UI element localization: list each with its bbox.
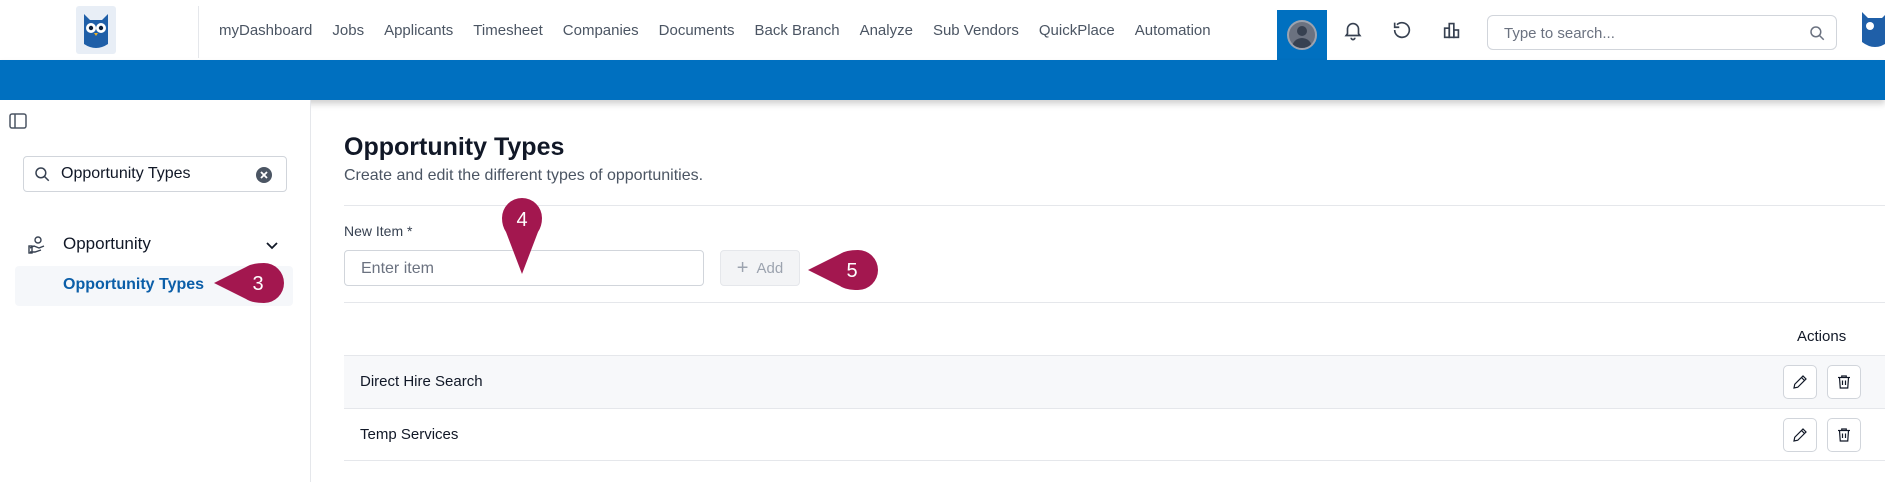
chevron-down-icon[interactable]	[264, 237, 280, 253]
nav-sub-vendors[interactable]: Sub Vendors	[933, 22, 1019, 39]
pencil-icon	[1793, 428, 1807, 442]
callout-marker-5: 5	[808, 250, 878, 290]
callout-3-label: 3	[252, 273, 263, 295]
owl-logo-secondary	[1862, 12, 1885, 47]
logo-divider	[198, 6, 199, 58]
sidebar-search[interactable]: Opportunity Types	[23, 156, 287, 192]
brand-band	[0, 60, 1885, 100]
search-icon[interactable]	[1808, 24, 1826, 42]
user-avatar-button[interactable]	[1277, 10, 1327, 60]
nav-quickplace[interactable]: QuickPlace	[1039, 22, 1115, 39]
sidebar-item-label: Opportunity Types	[63, 276, 205, 293]
bar-chart-icon[interactable]	[1440, 18, 1464, 42]
owl-logo[interactable]	[76, 6, 116, 54]
header-divider	[344, 205, 1885, 206]
add-button-label: Add	[756, 259, 784, 277]
top-navbar: myDashboard Jobs Applicants Timesheet Co…	[0, 0, 1885, 60]
sidebar-group-opportunity[interactable]: Opportunity	[28, 233, 288, 255]
nav-documents[interactable]: Documents	[659, 22, 735, 39]
callout-marker-4: 4	[502, 198, 542, 274]
sidebar-group-label: Opportunity	[63, 234, 151, 253]
handshake-icon	[28, 236, 45, 254]
sidebar-collapse-icon[interactable]	[9, 113, 27, 129]
table-row: Temp Services	[344, 408, 1885, 461]
trash-icon	[1838, 428, 1850, 442]
nav-jobs[interactable]: Jobs	[332, 22, 364, 39]
actions-column-header: Actions	[1797, 328, 1847, 345]
edit-button[interactable]	[1783, 418, 1817, 452]
avatar	[1287, 20, 1317, 50]
nav-companies[interactable]: Companies	[563, 22, 639, 39]
nav-applicants[interactable]: Applicants	[384, 22, 453, 39]
table-row: Direct Hire Search	[344, 355, 1885, 408]
sidebar-search-value[interactable]: Opportunity Types	[61, 165, 191, 183]
delete-button[interactable]	[1827, 365, 1861, 399]
row-name: Temp Services	[360, 426, 459, 443]
nav-analyze[interactable]: Analyze	[860, 22, 913, 39]
main-nav: myDashboard Jobs Applicants Timesheet Co…	[219, 0, 1231, 60]
history-icon[interactable]	[1390, 18, 1414, 42]
pencil-icon	[1793, 375, 1807, 389]
trash-icon	[1838, 375, 1850, 389]
plus-icon: +	[736, 257, 749, 279]
clear-search-icon[interactable]	[255, 166, 273, 184]
add-button[interactable]: + Add	[720, 250, 800, 286]
edit-button[interactable]	[1783, 365, 1817, 399]
page-subtitle: Create and edit the different types of o…	[344, 167, 704, 184]
delete-button[interactable]	[1827, 418, 1861, 452]
nav-back-branch[interactable]: Back Branch	[755, 22, 840, 39]
form-divider	[344, 302, 1885, 303]
global-search-input[interactable]	[1504, 23, 1794, 43]
bell-icon[interactable]	[1341, 18, 1365, 42]
callout-marker-3: 3	[214, 263, 284, 303]
nav-timesheet[interactable]: Timesheet	[473, 22, 542, 39]
callout-5-label: 5	[846, 260, 857, 282]
global-search[interactable]	[1487, 15, 1837, 50]
page-title: Opportunity Types	[344, 133, 565, 161]
row-name: Direct Hire Search	[360, 373, 483, 390]
new-item-label: New Item *	[344, 223, 413, 239]
nav-automation[interactable]: Automation	[1135, 22, 1211, 39]
search-icon	[35, 167, 50, 182]
callout-4-label: 4	[516, 209, 527, 231]
nav-mydashboard[interactable]: myDashboard	[219, 22, 312, 39]
